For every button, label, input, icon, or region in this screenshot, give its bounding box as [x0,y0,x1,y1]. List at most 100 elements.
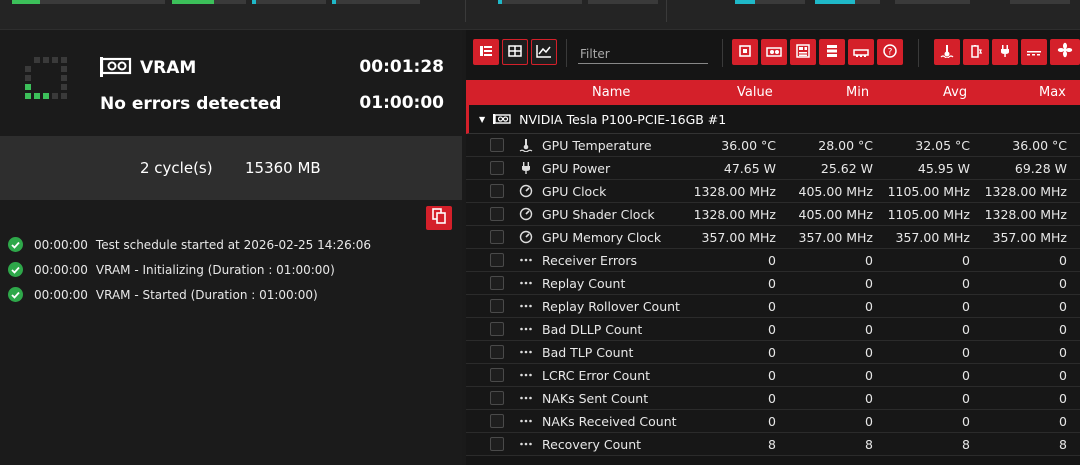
column-header-min[interactable]: Min [846,85,869,100]
sensor-max: 0 [1059,345,1067,360]
sensor-max: 0 [1059,299,1067,314]
storage-filter-button[interactable] [819,39,845,65]
sensor-name: NAKs Sent Count [542,391,649,406]
sensor-min: 405.00 MHz [798,207,873,222]
activity-bar-track [755,0,805,4]
sensor-row[interactable]: NAKs Sent Count 0 0 0 0 [466,387,1080,410]
sensor-row[interactable]: Replay Count 0 0 0 0 [466,272,1080,295]
sensor-row[interactable]: GPU Temperature 36.00 °C 28.00 °C 32.05 °C 3… [466,134,1080,157]
list-view-button[interactable] [473,39,499,65]
dots-icon [518,390,534,406]
column-header-max[interactable]: Max [1039,85,1066,100]
sensor-name: Bad TLP Count [542,345,634,360]
sensor-row[interactable]: Receiver Errors 0 0 0 0 [466,249,1080,272]
activity-bar-track [855,0,880,4]
sensor-value: 357.00 MHz [701,230,776,245]
sensor-min: 8 [865,437,873,452]
row-checkbox[interactable] [490,207,504,221]
sensor-value: 1328.00 MHz [693,207,776,222]
battery-filter-button[interactable] [963,39,989,65]
sensor-toolbar: ? [466,30,1080,78]
sensor-value: 0 [768,253,776,268]
column-header-name[interactable]: Name [592,85,630,100]
sensor-max: 357.00 MHz [992,230,1067,245]
sensor-row[interactable]: GPU Memory Clock 357.00 MHz 357.00 MHz 357.… [466,226,1080,249]
test-status-panel: VRAM 00:01:28 No errors detected 01:00:0… [0,30,462,465]
copy-log-button[interactable] [426,206,452,230]
sensor-row[interactable]: GPU Shader Clock 1328.00 MHz 405.00 MHz 110… [466,203,1080,226]
column-header-value[interactable]: Value [737,85,773,100]
dots-icon [518,413,534,429]
row-checkbox[interactable] [490,299,504,313]
sensor-row[interactable]: Recovery Count 8 8 8 8 [466,433,1080,456]
sensor-name: GPU Temperature [542,138,652,153]
log-time: 00:00:00 [34,287,88,302]
log-entry: 00:00:00 Test schedule started at 2026-0… [8,232,458,257]
sensor-value: 0 [768,299,776,314]
motherboard-icon [796,43,810,62]
sensor-min: 0 [865,368,873,383]
row-checkbox[interactable] [490,345,504,359]
test-progress-icon [20,57,72,109]
row-checkbox[interactable] [490,230,504,244]
sensor-row[interactable]: Replay Rollover Count 0 0 0 0 [466,295,1080,318]
row-checkbox[interactable] [490,138,504,152]
row-checkbox[interactable] [490,391,504,405]
row-checkbox[interactable] [490,414,504,428]
gpu-icon [493,113,511,125]
sensor-row[interactable]: GPU Power 47.65 W 25.62 W 45.95 W 69.28 W [466,157,1080,180]
sensor-min: 357.00 MHz [798,230,873,245]
row-checkbox[interactable] [490,322,504,336]
activity-bar-track [256,0,326,4]
sensor-row[interactable]: GPU Clock 1328.00 MHz 405.00 MHz 1105.00 MH… [466,180,1080,203]
sensor-name: Recovery Count [542,437,642,452]
dots-icon [518,275,534,291]
help-button[interactable]: ? [877,39,903,65]
gpu-filter-button[interactable] [761,39,787,65]
sensor-min: 0 [865,253,873,268]
fan-filter-button[interactable] [1050,39,1080,65]
temperature-filter-button[interactable] [934,39,960,65]
filter-input[interactable] [578,44,708,64]
column-header-avg[interactable]: Avg [943,85,967,100]
sensor-min: 0 [865,391,873,406]
table-view-button[interactable] [502,39,528,65]
row-checkbox[interactable] [490,276,504,290]
row-checkbox[interactable] [490,437,504,451]
sensor-name: GPU Power [542,161,611,176]
power-plug-icon [518,160,534,176]
sensor-row[interactable]: NAKs Received Count 0 0 0 0 [466,410,1080,433]
sensor-row[interactable]: LCRC Error Count 0 0 0 0 [466,364,1080,387]
sensor-min: 25.62 W [820,161,873,176]
voltage-filter-button[interactable] [1021,39,1047,65]
sensor-min: 0 [865,299,873,314]
gauge-icon [518,206,534,222]
memory-filter-button[interactable] [848,39,874,65]
activity-bar-track [502,0,582,4]
sensor-min: 0 [865,414,873,429]
motherboard-filter-button[interactable] [790,39,816,65]
row-checkbox[interactable] [490,161,504,175]
voltage-icon [1026,43,1042,62]
row-checkbox[interactable] [490,184,504,198]
sensor-min: 0 [865,322,873,337]
sensor-value: 36.00 °C [721,138,776,153]
battery-icon [969,43,983,62]
sensor-name: LCRC Error Count [542,368,651,383]
sensor-name: Replay Rollover Count [542,299,680,314]
activity-bar-track [588,0,658,4]
cpu-filter-button[interactable] [732,39,758,65]
row-checkbox[interactable] [490,368,504,382]
sensor-max: 0 [1059,276,1067,291]
power-filter-button[interactable] [992,39,1018,65]
device-group-row[interactable]: ▼ NVIDIA Tesla P100-PCIE-16GB #1 [466,105,1080,134]
graph-view-button[interactable] [531,39,557,65]
row-checkbox[interactable] [490,253,504,267]
collapse-arrow-icon[interactable]: ▼ [479,115,485,124]
sensor-row[interactable]: Bad DLLP Count 0 0 0 0 [466,318,1080,341]
sensor-avg: 0 [962,322,970,337]
sensor-max: 0 [1059,414,1067,429]
sensor-row[interactable]: Bad TLP Count 0 0 0 0 [466,341,1080,364]
sensor-value: 0 [768,345,776,360]
sensor-avg: 0 [962,368,970,383]
